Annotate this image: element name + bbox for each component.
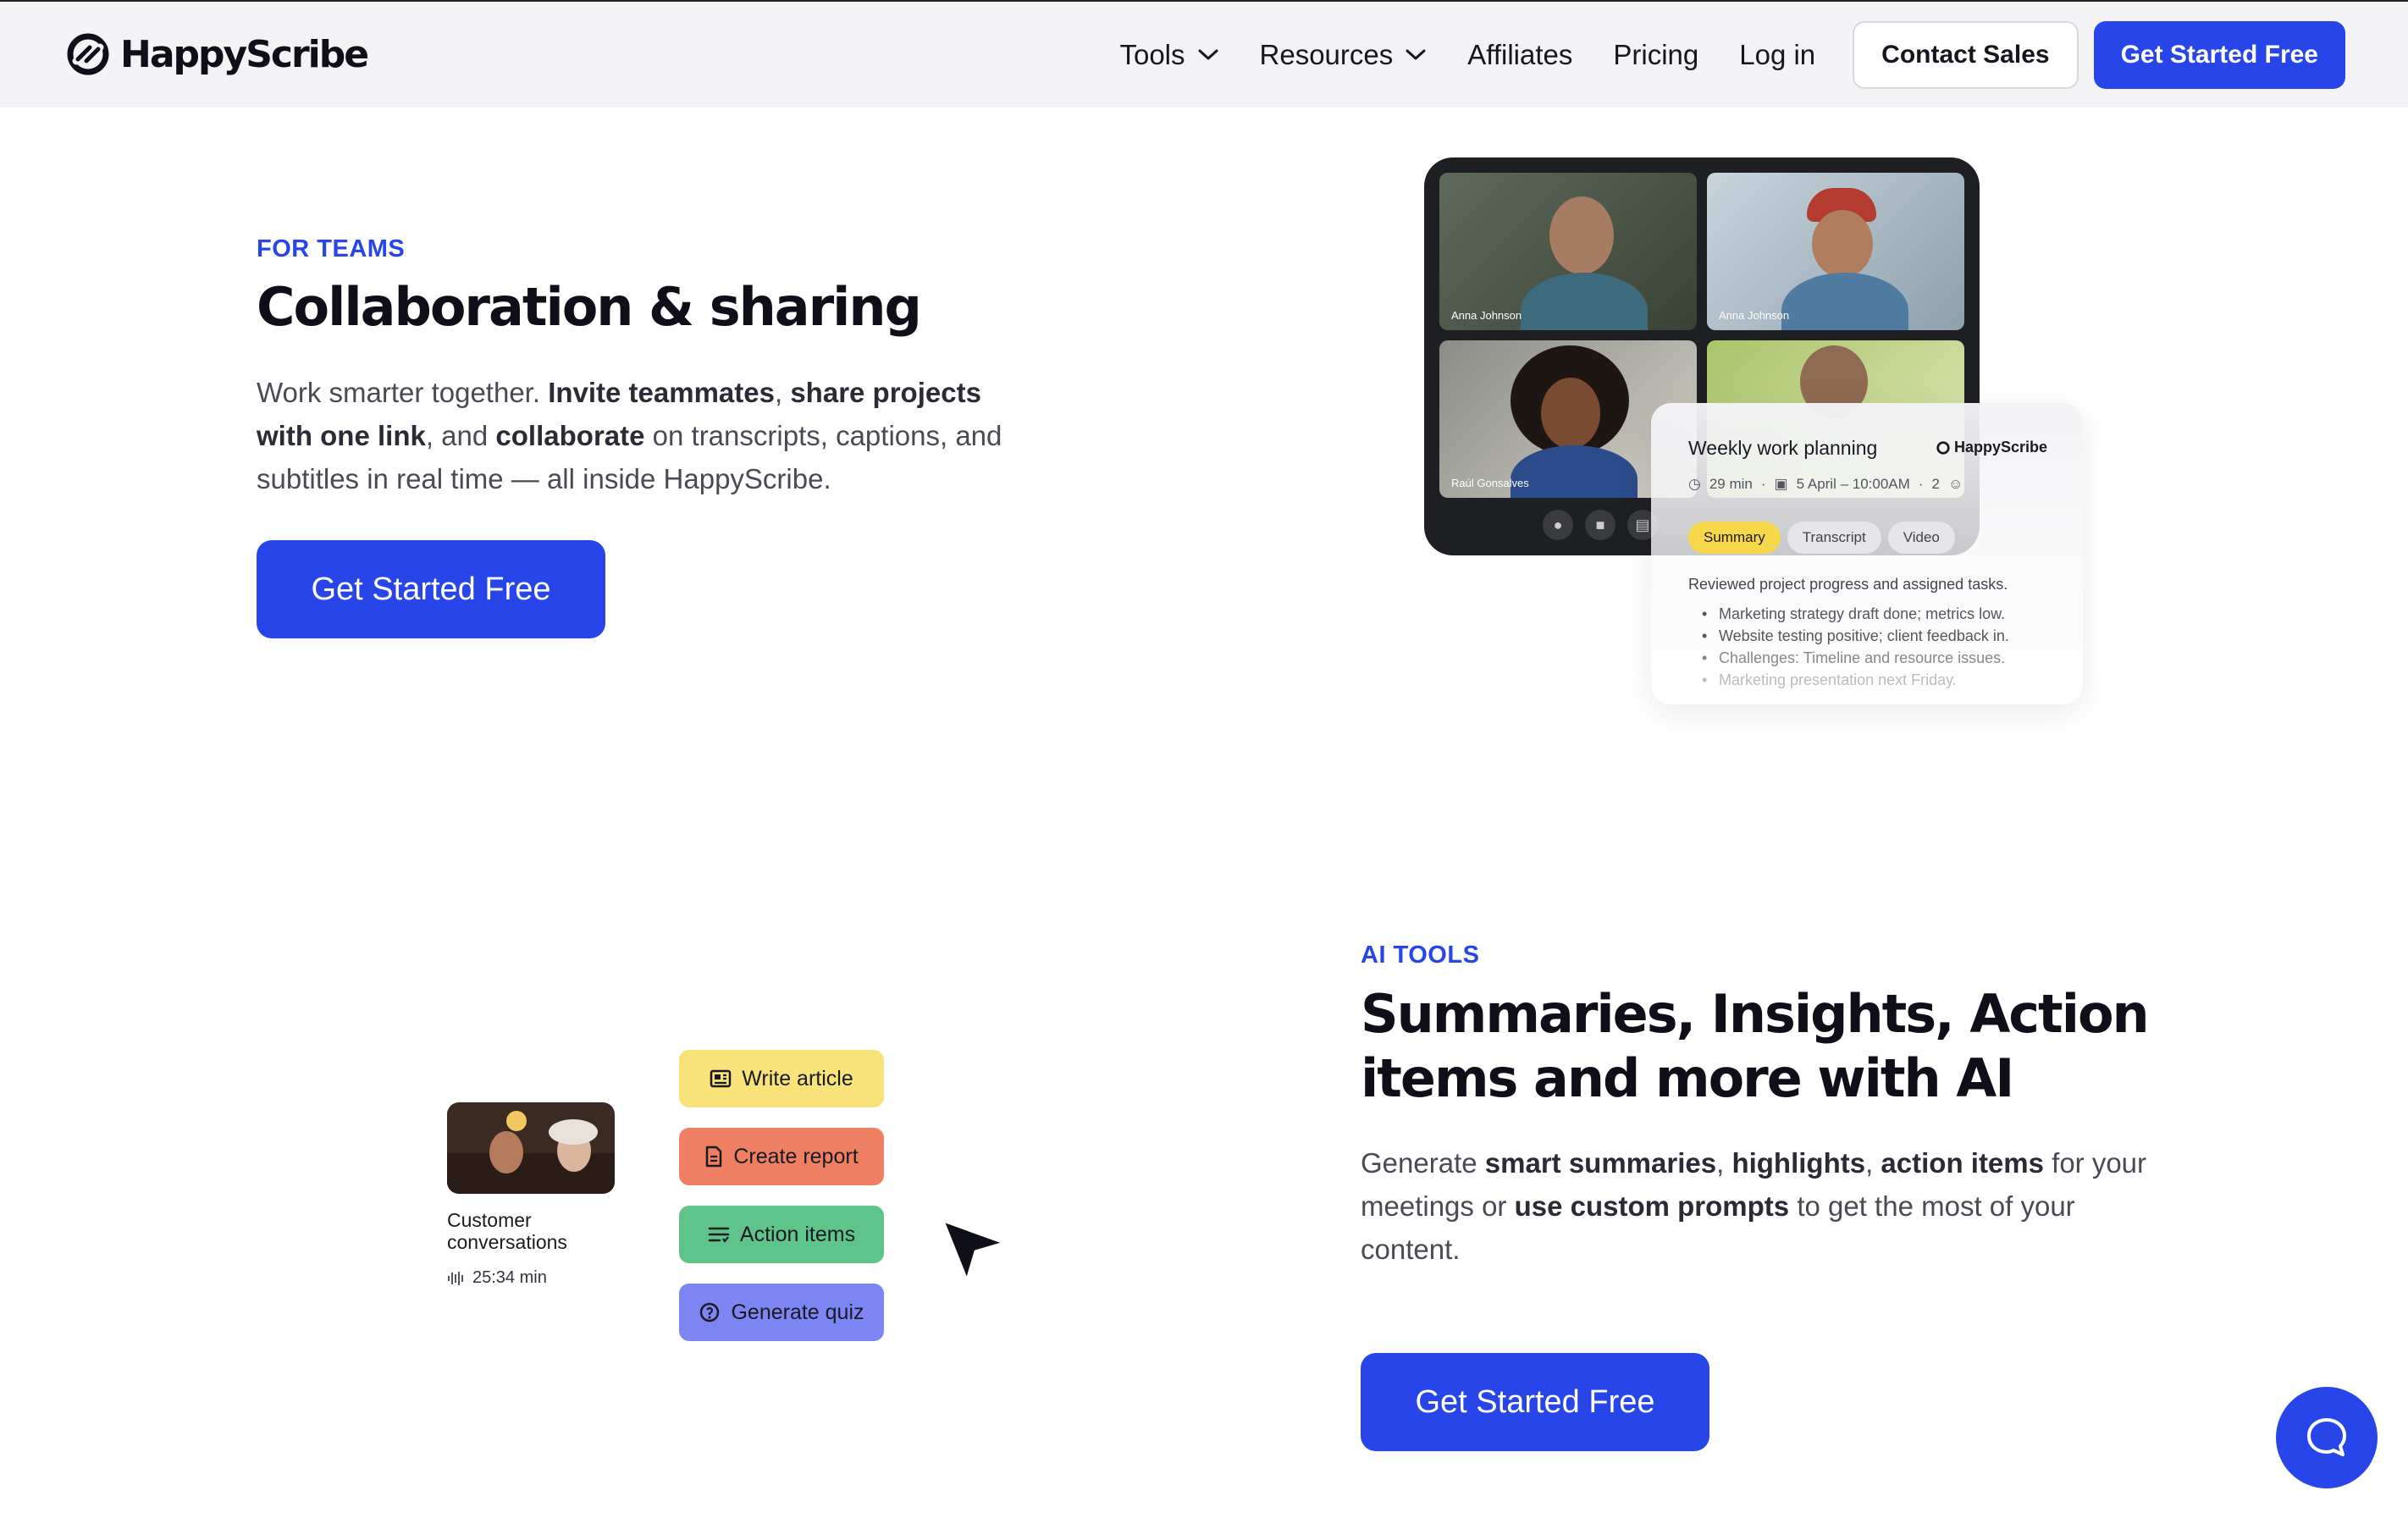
media-label: Customer conversations [447,1209,567,1253]
tab-summary[interactable]: Summary [1688,522,1781,554]
separator: · [1918,476,1924,492]
newspaper-icon [710,1069,732,1088]
chevron-down-icon [1406,49,1426,60]
list-item: Marketing strategy draft done; metrics l… [1702,603,2009,625]
meeting-title: Weekly work planning [1688,437,1878,459]
happyscribe-logo-icon [67,33,109,75]
emphasis-text: collaborate [495,420,645,451]
generate-quiz-button[interactable]: Generate quiz [679,1284,884,1341]
emphasis-text: highlights [1731,1147,1866,1179]
action-items-label: Action items [739,1222,856,1246]
media-duration: 25:34 min [447,1268,547,1288]
microphone-icon[interactable]: ● [1543,510,1573,540]
tab-transcript[interactable]: Transcript [1787,522,1881,554]
nav-resources[interactable]: Resources [1260,39,1428,71]
nav-get-started-button[interactable]: Get Started Free [2093,21,2345,89]
happyscribe-logo-icon [1936,440,1950,455]
emphasis-text: smart summaries [1484,1147,1717,1179]
list-icon [708,1227,730,1243]
summary-brand-text: HappyScribe [1953,439,2047,456]
teams-get-started-button[interactable]: Get Started Free [257,540,605,638]
teams-eyebrow: FOR TEAMS [257,235,406,262]
happyscribe-logo[interactable]: HappyScribe [64,29,369,80]
audio-waveform-icon [448,1271,463,1285]
nav-login[interactable]: Log in [1739,39,1815,71]
summary-points: Marketing strategy draft done; metrics l… [1702,603,2009,691]
people-icon: ☺ [1947,476,1963,492]
ai-eyebrow: AI TOOLS [1361,941,1480,969]
ai-get-started-button[interactable]: Get Started Free [1361,1353,1709,1451]
list-item: Website testing positive; client feedbac… [1702,625,2009,647]
write-article-label: Write article [742,1066,853,1091]
teams-description: Work smarter together. Invite teammates,… [257,371,1036,500]
meeting-duration: 29 min [1709,476,1753,492]
summary-tabs: Summary Transcript Video [1688,522,1955,554]
teams-title: Collaboration & sharing [257,276,922,338]
body-text: , [1865,1147,1881,1179]
chat-widget-button[interactable] [2276,1387,2378,1488]
summary-description: Reviewed project progress and assigned t… [1688,576,2008,593]
create-report-label: Create report [733,1144,859,1168]
media-duration-text: 25:34 min [472,1268,547,1287]
nav-links: Tools Resources Affiliates Pricing Log i… [1119,20,2345,90]
ai-title: Summaries, Insights, Action items and mo… [1361,982,2150,1111]
body-text: , [1716,1147,1732,1179]
body-text: Generate [1361,1147,1485,1179]
ai-title-line: Summaries, Insights, Action [1361,983,2150,1045]
logo-text: HappyScribe [120,32,369,76]
cursor-arrow-icon [942,1219,1006,1282]
create-report-button[interactable]: Create report [679,1128,884,1185]
meeting-summary-card: Weekly work planning HappyScribe ◷ 29 mi… [1651,403,2083,704]
tab-video[interactable]: Video [1887,522,1955,554]
generate-quiz-label: Generate quiz [731,1300,864,1324]
call-controls: ● ■ ▤ [1543,510,1658,540]
chevron-down-icon [1198,49,1218,60]
nav-affiliates[interactable]: Affiliates [1467,39,1572,71]
ai-description: Generate smart summaries, highlights, ac… [1361,1141,2165,1271]
quiz-icon [700,1302,720,1322]
emphasis-text: action items [1881,1147,2044,1179]
participant-tile: Anna Johnson [1439,173,1697,330]
contact-sales-button[interactable]: Contact Sales [1853,21,2079,89]
participant-tile: Anna Johnson [1707,173,1964,330]
camera-icon[interactable]: ■ [1585,510,1615,540]
document-icon [706,1146,722,1168]
emphasis-text: use custom prompts [1514,1190,1790,1222]
write-article-button[interactable]: Write article [679,1050,884,1107]
action-items-button[interactable]: Action items [679,1206,884,1263]
calendar-icon: ▣ [1774,476,1788,492]
body-text: , and [425,420,496,451]
participant-name: Anna Johnson [1451,309,1522,322]
nav-tools-label: Tools [1119,39,1185,70]
body-text: , [774,377,791,408]
meeting-meta: ◷ 29 min · ▣ 5 April – 10:00AM · 2 ☺ [1688,476,1963,493]
emphasis-text: Invite teammates [548,377,775,408]
nav-resources-label: Resources [1259,39,1394,70]
meeting-date: 5 April – 10:00AM [1796,476,1910,492]
body-text: Work smarter together. [257,377,549,408]
list-item: Challenges: Timeline and resource issues… [1702,647,2009,669]
list-item: Marketing presentation next Friday. [1702,669,2009,691]
top-navbar: HappyScribe Tools Resources Affiliates P… [0,0,2408,108]
ai-title-line: items and more with AI [1361,1047,2014,1109]
nav-tools[interactable]: Tools [1119,39,1218,71]
nav-pricing[interactable]: Pricing [1613,39,1698,71]
summary-brand: HappyScribe [1936,439,2047,456]
attendee-count: 2 [1931,476,1940,492]
media-thumbnail[interactable] [447,1102,615,1194]
participant-name: Anna Johnson [1719,309,1790,322]
separator: · [1760,476,1766,492]
chat-bubble-icon [2307,1418,2346,1456]
clock-icon: ◷ [1688,476,1701,492]
participant-name: Raúl Gonsalves [1451,477,1529,489]
